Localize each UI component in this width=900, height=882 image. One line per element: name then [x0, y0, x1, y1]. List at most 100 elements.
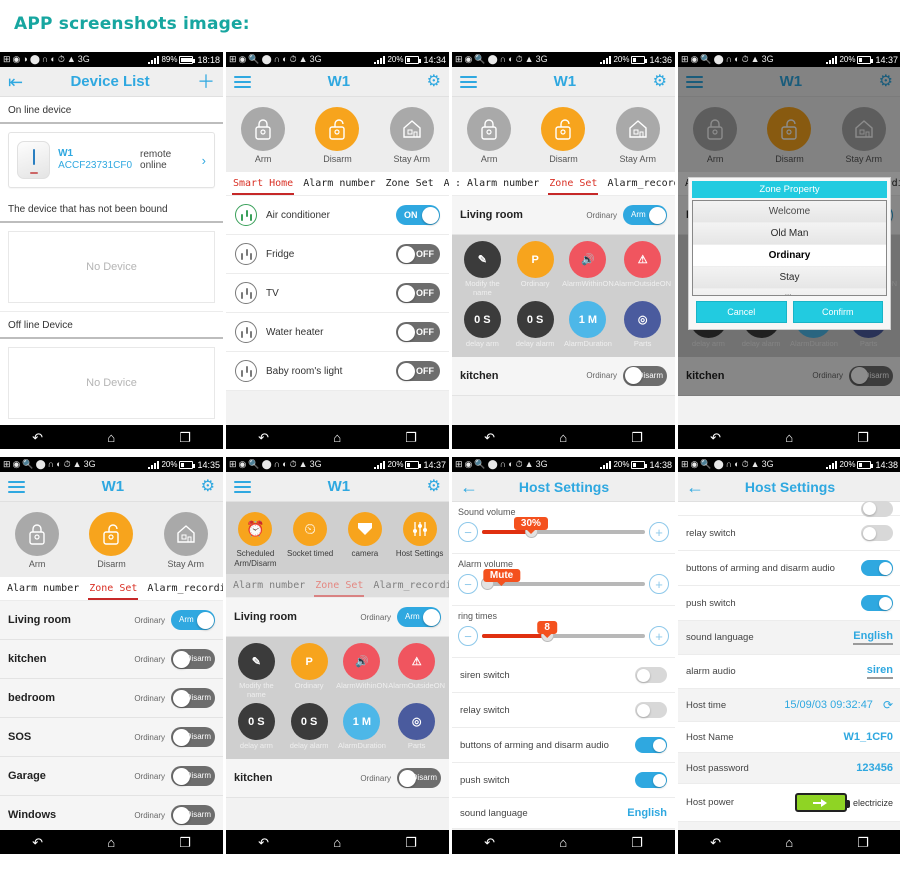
- tab-smart-home[interactable]: Smart Home: [228, 172, 298, 195]
- setting-value[interactable]: English: [853, 630, 893, 645]
- device-toggle[interactable]: OFF: [396, 283, 440, 303]
- gear-icon[interactable]: ⚙: [427, 478, 441, 495]
- tab-zone-set[interactable]: Zone Set: [84, 577, 142, 600]
- dialog-option-stay[interactable]: Stay: [693, 267, 886, 289]
- push-switch-toggle[interactable]: [635, 772, 667, 788]
- nav-back-icon[interactable]: ↶: [32, 431, 43, 444]
- menu-icon[interactable]: [8, 478, 25, 496]
- zone-arm-toggle[interactable]: Disarm: [623, 365, 667, 386]
- nav-home-icon[interactable]: ⌂: [559, 431, 567, 444]
- plus-button[interactable]: +: [649, 626, 669, 646]
- quick-action-host-settings[interactable]: Host Settings: [394, 512, 446, 568]
- relay-switch-toggle[interactable]: [635, 702, 667, 718]
- zone-arm-toggle[interactable]: Arm: [397, 607, 441, 628]
- push-switch-toggle[interactable]: [861, 595, 893, 611]
- nav-back-icon[interactable]: ↶: [710, 836, 721, 849]
- zone-action-delay-alarm[interactable]: 0 Sdelay alarm: [283, 703, 336, 751]
- quick-action-socket-timed[interactable]: ⏲ Socket timed: [284, 512, 336, 568]
- nav-recents-icon[interactable]: ❐: [179, 431, 191, 444]
- setting-row-arm-disarm-audio[interactable]: buttons of arming and disarm audio: [452, 728, 675, 763]
- arm-button[interactable]: Arm: [458, 107, 520, 164]
- list-item[interactable]: Water heater OFF: [226, 313, 449, 352]
- stay-arm-button[interactable]: Stay Arm: [607, 107, 669, 164]
- zone-action-delay-alarm[interactable]: 0 Sdelay alarm: [509, 301, 562, 349]
- quick-action-camera[interactable]: camera: [339, 512, 391, 568]
- zone-action-delay-arm[interactable]: 0 Sdelay arm: [230, 703, 283, 751]
- dialog-option-welcome[interactable]: Welcome: [693, 201, 886, 223]
- minus-button[interactable]: −: [458, 522, 478, 542]
- nav-recents-icon[interactable]: ❐: [631, 431, 643, 444]
- setting-row-push-switch[interactable]: push switch: [452, 763, 675, 798]
- nav-home-icon[interactable]: ⌂: [785, 836, 793, 849]
- tab-alarm-recording[interactable]: Alarm_recordin: [368, 574, 449, 597]
- zone-action-alarm-duration[interactable]: 1 MAlarmDuration: [562, 301, 615, 349]
- zone-row[interactable]: SOS Ordinary Disarm: [0, 718, 223, 757]
- siren-switch-toggle[interactable]: [635, 667, 667, 683]
- zone-arm-toggle[interactable]: Disarm: [171, 727, 215, 747]
- zone-action-parts[interactable]: ◎Parts: [614, 301, 671, 349]
- nav-back-icon[interactable]: ↶: [484, 836, 495, 849]
- arm-button[interactable]: Arm: [684, 107, 746, 164]
- setting-value[interactable]: English: [627, 807, 667, 819]
- confirm-button[interactable]: Confirm: [792, 301, 883, 323]
- zone-action-alarm-outside[interactable]: ⚠AlarmOutsideON: [388, 643, 445, 699]
- arm-disarm-audio-toggle[interactable]: [635, 737, 667, 753]
- setting-value[interactable]: siren: [866, 664, 893, 679]
- setting-row-push-switch[interactable]: push switch: [678, 586, 900, 621]
- setting-row-alarm-audio[interactable]: alarm audio siren: [678, 655, 900, 689]
- zone-action-delay-arm[interactable]: 0 Sdelay arm: [456, 301, 509, 349]
- zone-arm-toggle[interactable]: Disarm: [171, 688, 215, 708]
- nav-home-icon[interactable]: ⌂: [333, 431, 341, 444]
- device-card[interactable]: W1 ACCF23731CF0 remote online ›: [8, 132, 215, 188]
- menu-icon[interactable]: [686, 73, 703, 91]
- zone-row[interactable]: kitchen Ordinary Disarm: [678, 356, 900, 396]
- slider-track[interactable]: 8: [482, 621, 645, 642]
- nav-recents-icon[interactable]: ❐: [857, 431, 869, 444]
- dialog-option-old-man[interactable]: Old Man: [693, 223, 886, 245]
- stay-arm-button[interactable]: Stay Arm: [155, 512, 217, 569]
- plus-icon[interactable]: ＋: [197, 73, 215, 91]
- gear-icon[interactable]: ⚙: [653, 73, 667, 90]
- nav-back-icon[interactable]: ↶: [258, 431, 269, 444]
- zone-row[interactable]: Living room Ordinary Arm: [226, 598, 449, 638]
- setting-row-sound-language[interactable]: sound language English: [678, 621, 900, 655]
- zone-action-property[interactable]: POrdinary: [283, 643, 336, 699]
- disarm-button[interactable]: Disarm: [758, 107, 820, 164]
- zone-arm-toggle[interactable]: Arm: [171, 610, 215, 630]
- minus-button[interactable]: −: [458, 626, 478, 646]
- dialog-option-list[interactable]: Welcome Old Man Ordinary Stay Intelligen…: [692, 200, 887, 296]
- setting-value[interactable]: 123456: [856, 762, 893, 774]
- back-arrow-icon[interactable]: ←: [686, 478, 704, 496]
- zone-arm-toggle[interactable]: Disarm: [171, 766, 215, 786]
- zone-arm-toggle[interactable]: Disarm: [171, 805, 215, 825]
- slider-track[interactable]: Mute: [480, 569, 645, 590]
- nav-home-icon[interactable]: ⌂: [785, 431, 793, 444]
- nav-home-icon[interactable]: ⌂: [559, 836, 567, 849]
- relay-switch-toggle[interactable]: [861, 525, 893, 541]
- stay-arm-button[interactable]: Stay Arm: [381, 107, 443, 164]
- setting-row-relay-switch[interactable]: relay switch: [678, 516, 900, 551]
- nav-recents-icon[interactable]: ❐: [631, 836, 643, 849]
- list-item[interactable]: Baby room's light OFF: [226, 352, 449, 391]
- arm-button[interactable]: Arm: [6, 512, 68, 569]
- zone-action-alarm-outside[interactable]: ⚠AlarmOutsideON: [614, 241, 671, 297]
- minus-button[interactable]: −: [458, 574, 478, 594]
- list-item[interactable]: TV OFF: [226, 274, 449, 313]
- nav-back-icon[interactable]: ↶: [32, 836, 43, 849]
- setting-row-relay-switch[interactable]: relay switch: [452, 693, 675, 728]
- list-item[interactable]: Fridge OFF: [226, 235, 449, 274]
- cancel-button[interactable]: Cancel: [696, 301, 787, 323]
- menu-icon[interactable]: [234, 73, 251, 91]
- setting-value[interactable]: W1_1CF0: [843, 731, 893, 743]
- nav-home-icon[interactable]: ⌂: [107, 431, 115, 444]
- nav-recents-icon[interactable]: ❐: [857, 836, 869, 849]
- zone-arm-toggle[interactable]: Disarm: [171, 649, 215, 669]
- nav-back-icon[interactable]: ↶: [484, 431, 495, 444]
- zone-row[interactable]: Living room Ordinary Arm: [0, 601, 223, 640]
- refresh-icon[interactable]: ⟳: [883, 698, 893, 712]
- disarm-button[interactable]: Disarm: [532, 107, 594, 164]
- nav-recents-icon[interactable]: ❐: [405, 431, 417, 444]
- tab-zone-set[interactable]: Zone Set: [380, 172, 438, 195]
- zone-row[interactable]: kitchen Ordinary Disarm: [226, 759, 449, 799]
- disarm-button[interactable]: Disarm: [306, 107, 368, 164]
